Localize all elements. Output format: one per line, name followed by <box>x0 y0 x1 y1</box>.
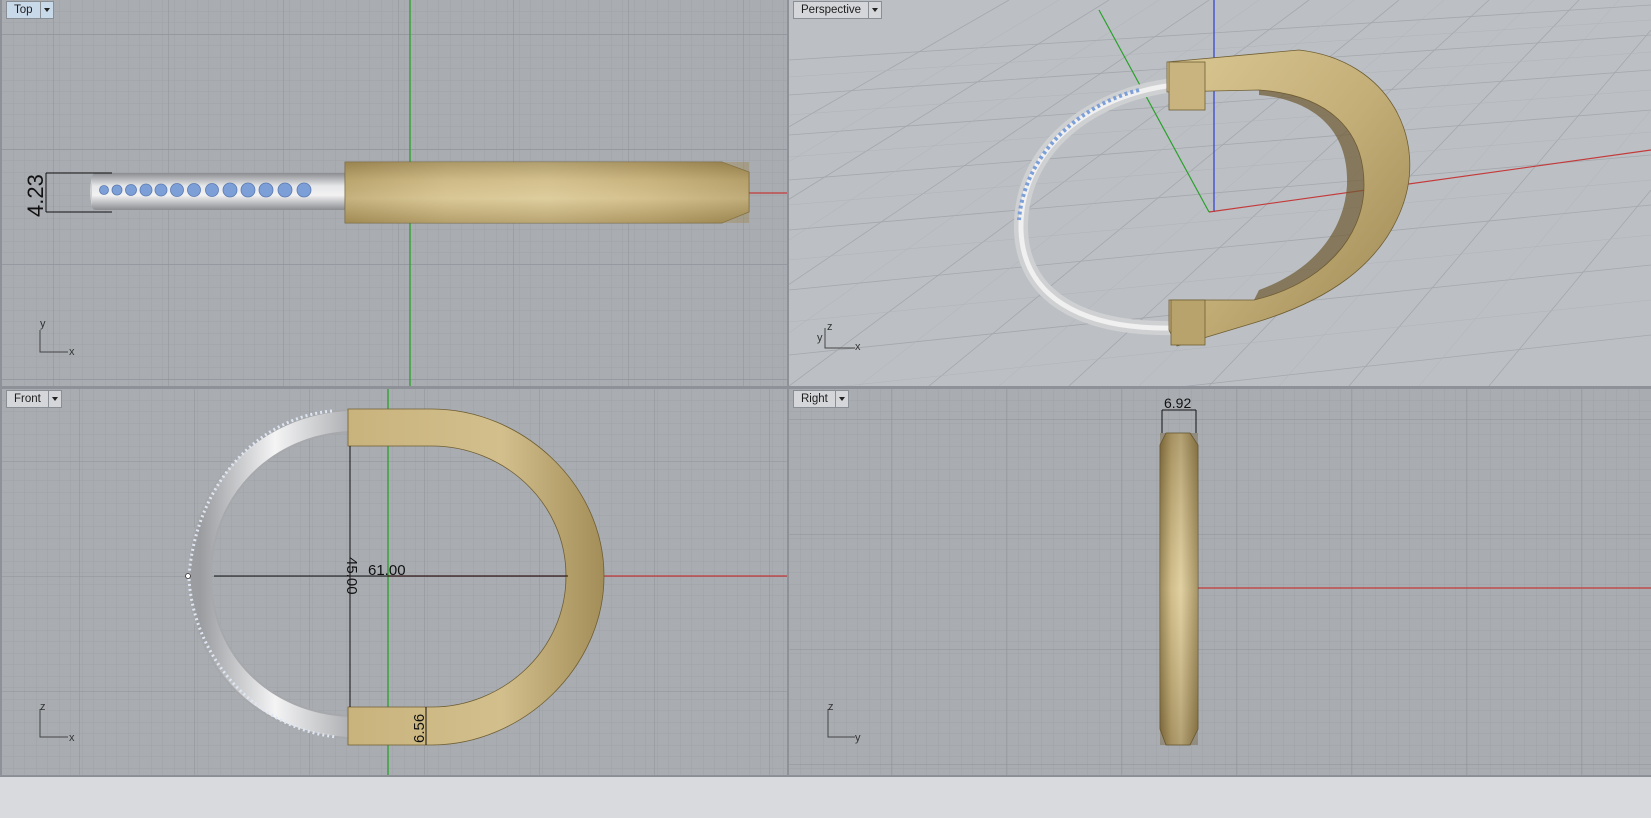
viewport-menu-dropdown[interactable] <box>39 2 53 18</box>
viewport-label: Right <box>801 393 828 405</box>
axis-label-y: y <box>40 318 46 330</box>
axis-label-y: y <box>817 332 823 344</box>
viewport-menu-dropdown[interactable] <box>868 2 881 18</box>
dimension-width: 61.00 <box>368 562 406 579</box>
perspective-canvas: z y x <box>789 0 1651 386</box>
viewport-front[interactable]: Front 45.00 61.00 6.56 z x <box>2 389 787 775</box>
dimension-thickness: 4.23 <box>23 174 48 217</box>
top-canvas: 4.23 y x <box>2 0 787 386</box>
viewport-right[interactable]: Right 6.92 z y <box>789 389 1651 775</box>
front-canvas: 45.00 61.00 6.56 z x <box>2 389 787 775</box>
viewport-top[interactable]: Top 4.23 y x <box>2 0 787 386</box>
chevron-down-icon <box>51 397 58 401</box>
axis-label-z: z <box>40 701 46 713</box>
axis-label-z: z <box>828 701 834 713</box>
dimension-end: 6.56 <box>411 714 428 743</box>
status-strip <box>0 776 1651 818</box>
viewport-tab-right[interactable]: Right <box>793 390 849 408</box>
axis-label-x: x <box>69 732 75 744</box>
chevron-down-icon <box>43 8 50 12</box>
axis-label-x: x <box>69 346 75 358</box>
viewport-tab-front[interactable]: Front <box>6 390 62 408</box>
chevron-down-icon <box>872 8 879 12</box>
viewport-label: Perspective <box>801 4 862 16</box>
viewport-perspective[interactable]: Perspective z y x <box>789 0 1651 386</box>
viewport-menu-dropdown[interactable] <box>47 391 61 407</box>
viewport-label: Top <box>14 4 33 16</box>
axis-label-y: y <box>855 732 861 744</box>
viewport-label: Front <box>14 393 41 405</box>
dimension-height: 45.00 <box>343 557 360 595</box>
axis-label-x: x <box>855 341 861 353</box>
chevron-down-icon <box>838 397 845 401</box>
axis-label-z: z <box>827 321 833 333</box>
viewport-menu-dropdown[interactable] <box>834 391 848 407</box>
viewport-tab-top[interactable]: Top <box>6 1 54 19</box>
right-canvas: 6.92 z y <box>789 389 1651 775</box>
viewport-tab-perspective[interactable]: Perspective <box>793 1 883 19</box>
dimension-width: 6.92 <box>1164 395 1191 411</box>
